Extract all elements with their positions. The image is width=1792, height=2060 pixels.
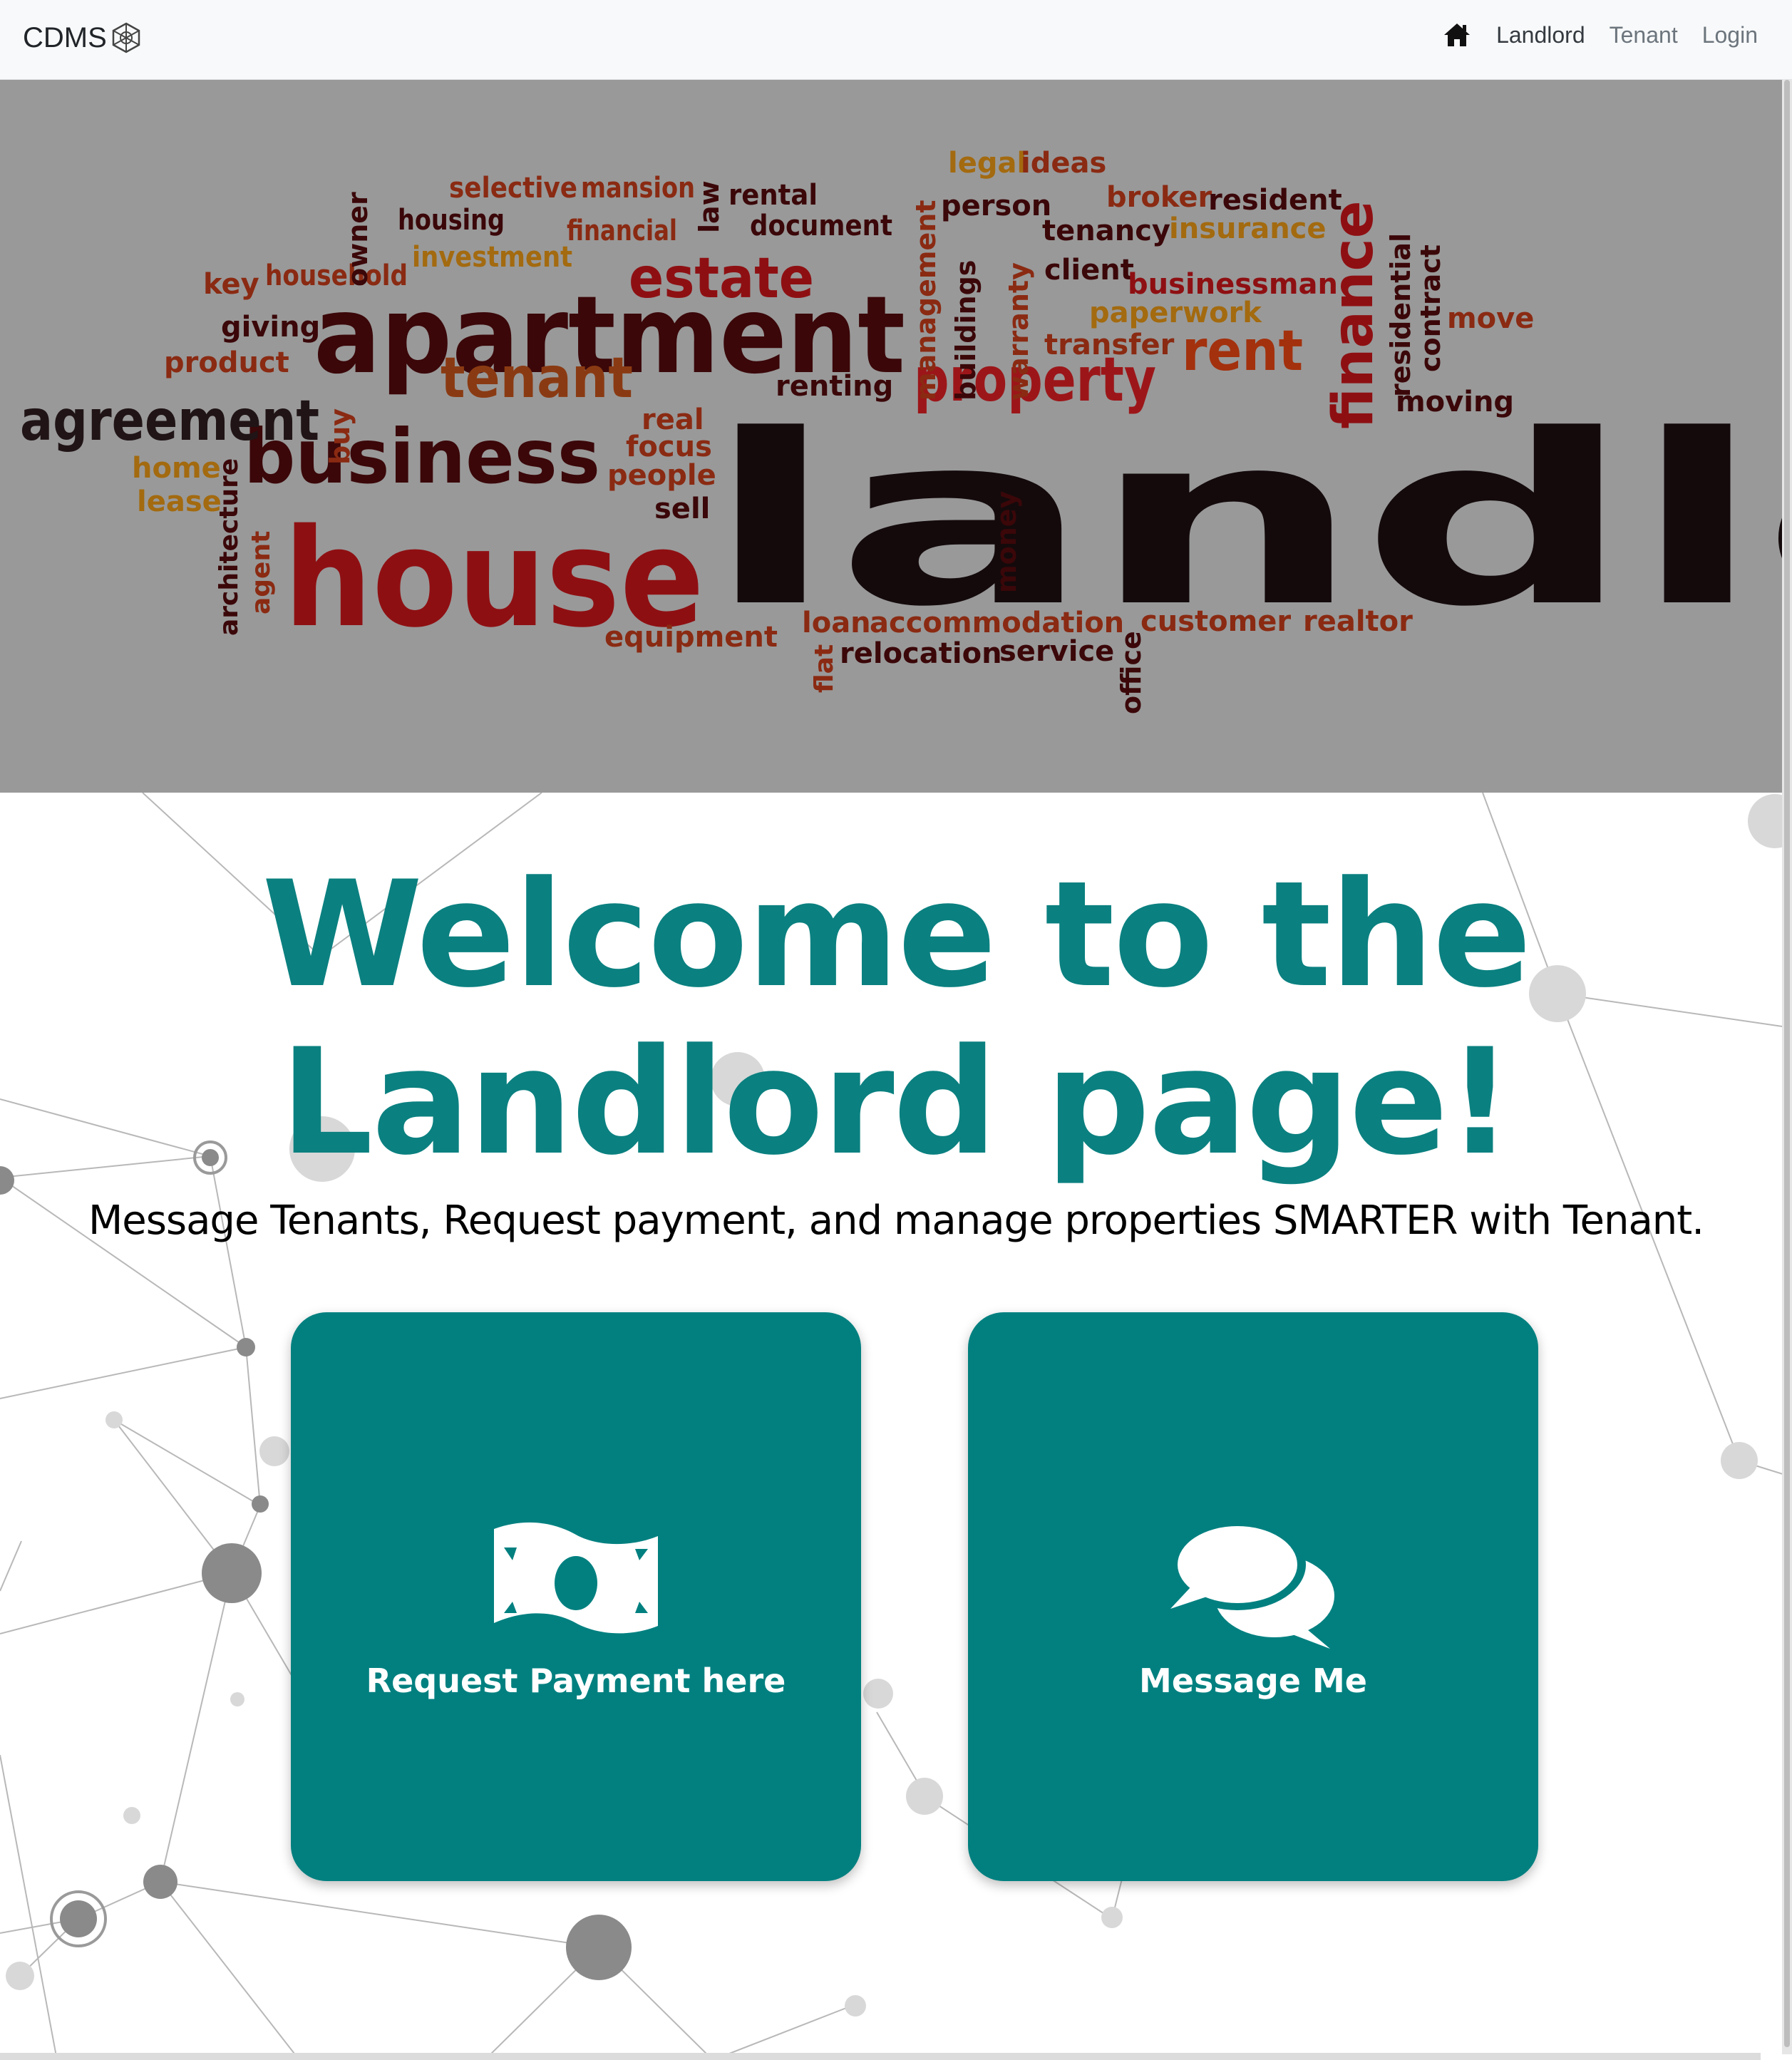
- word-cloud-word: management: [910, 200, 942, 401]
- word-cloud-word: housing: [398, 204, 505, 237]
- home-icon[interactable]: [1442, 20, 1472, 50]
- word-cloud-word: selective: [449, 172, 577, 205]
- word-cloud-word: buy: [324, 408, 356, 465]
- page-title: Welcome to the Landlord page!: [0, 852, 1792, 1187]
- word-cloud-word: document: [750, 210, 892, 242]
- word-cloud-word: mansion: [581, 172, 695, 205]
- word-cloud-word: office: [1116, 631, 1147, 714]
- word-cloud-word: move: [1447, 302, 1534, 335]
- word-cloud-word: architecture: [215, 458, 244, 636]
- brand-name: CDMS: [23, 21, 107, 53]
- word-cloud-word: financial: [567, 215, 677, 247]
- nav-link-landlord[interactable]: Landlord: [1496, 22, 1585, 48]
- word-cloud-word: ideas: [1021, 147, 1106, 180]
- word-cloud-word: transfer: [1044, 329, 1175, 361]
- word-cloud-word: people: [607, 459, 716, 492]
- word-cloud-word: loan: [802, 607, 871, 639]
- word-cloud-word: equipment: [604, 621, 778, 654]
- word-cloud-word: owner: [342, 192, 374, 287]
- word-cloud-word: realtor: [1303, 605, 1413, 638]
- hero-banner: landlordhouseapartmentbusinessagreementp…: [0, 80, 1792, 793]
- request-payment-label: Request Payment here: [366, 1662, 786, 1700]
- word-cloud-word: customer: [1140, 605, 1291, 638]
- word-cloud-word: service: [999, 635, 1114, 668]
- word-cloud-word: law: [694, 180, 725, 233]
- page-subtitle: Message Tenants, Request payment, and ma…: [88, 1198, 1704, 1244]
- word-cloud-word: broker: [1106, 181, 1212, 214]
- word-cloud-word: residential: [1385, 233, 1416, 397]
- message-me-label: Message Me: [1139, 1662, 1367, 1700]
- word-cloud-word: moving: [1396, 386, 1514, 418]
- word-cloud-word: person: [941, 190, 1051, 222]
- word-cloud-word: contract: [1415, 244, 1446, 372]
- nav-link-tenant[interactable]: Tenant: [1610, 22, 1678, 48]
- message-me-card[interactable]: Message Me: [968, 1312, 1538, 1881]
- word-cloud-word: buildings: [950, 260, 982, 401]
- brand-link[interactable]: CDMS: [23, 21, 143, 54]
- brand-logo-icon: [112, 22, 140, 53]
- word-cloud-word: estate: [629, 247, 814, 311]
- horizontal-scrollbar[interactable]: [0, 2053, 1761, 2060]
- word-cloud-word: sell: [654, 493, 710, 525]
- word-cloud-word: rental: [728, 179, 818, 212]
- word-cloud-word: lease: [137, 485, 222, 518]
- nav-link-login[interactable]: Login: [1702, 22, 1758, 48]
- word-cloud: landlordhouseapartmentbusinessagreementp…: [20, 147, 1792, 714]
- word-cloud-word: key: [203, 268, 259, 301]
- page-title-line-1: Welcome to the: [262, 850, 1532, 1020]
- word-cloud-word: legal: [948, 147, 1026, 180]
- word-cloud-word: agent: [247, 531, 276, 614]
- word-cloud-word: money: [991, 490, 1022, 593]
- word-cloud-word: client: [1044, 254, 1134, 287]
- word-cloud-word: tenant: [441, 346, 633, 411]
- word-cloud-word: investment: [412, 241, 572, 274]
- page-title-line-2: Landlord page!: [279, 1018, 1513, 1188]
- word-cloud-word: relocation: [840, 637, 1002, 670]
- word-cloud-word: agreement: [20, 389, 319, 453]
- word-cloud-word: product: [164, 346, 289, 379]
- money-bill-icon: [494, 1522, 658, 1634]
- word-cloud-word: finance: [1322, 200, 1386, 429]
- word-cloud-word: flat: [810, 644, 839, 693]
- word-cloud-word: home: [132, 452, 221, 485]
- request-payment-card[interactable]: Request Payment here: [291, 1312, 861, 1881]
- word-cloud-word: warranty: [1003, 262, 1034, 401]
- navbar: CDMS Landlord Tenant Login: [0, 0, 1792, 80]
- word-cloud-word: insurance: [1169, 212, 1327, 245]
- word-cloud-word: paperwork: [1089, 297, 1262, 329]
- word-cloud-word: household: [265, 259, 408, 292]
- word-cloud-word: renting: [776, 370, 893, 403]
- word-cloud-word: giving: [221, 311, 320, 344]
- nav-links: Landlord Tenant Login: [1442, 20, 1758, 50]
- comments-icon: [1169, 1519, 1334, 1649]
- word-cloud-word: tenancy: [1042, 215, 1170, 247]
